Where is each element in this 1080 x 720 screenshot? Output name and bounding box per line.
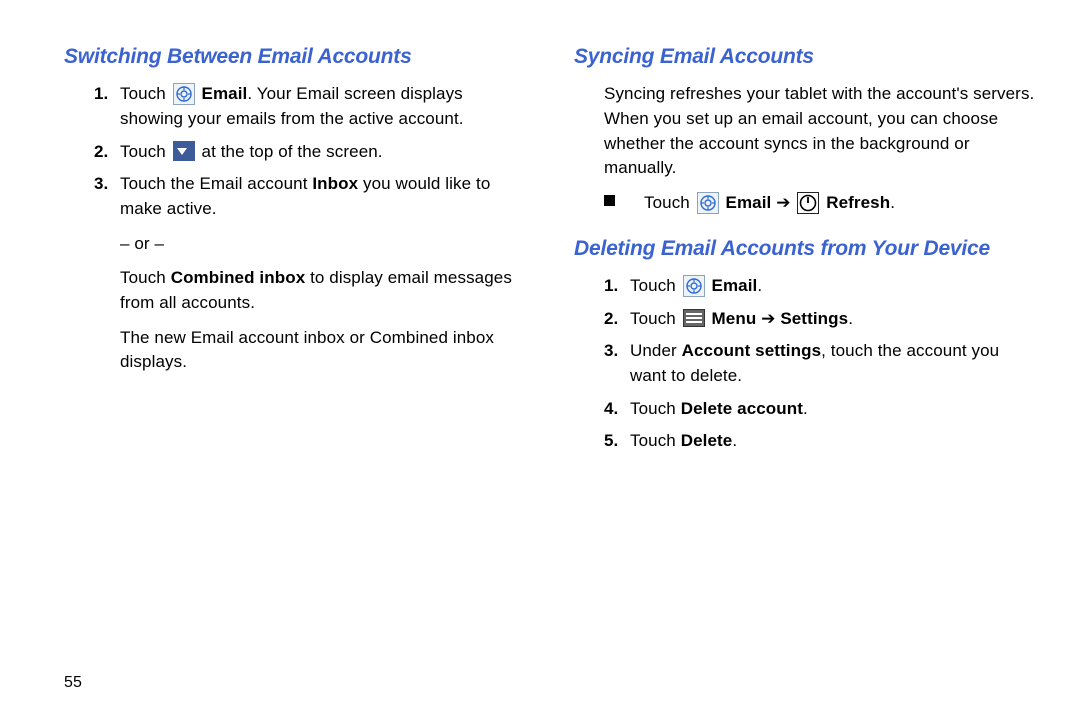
text: . (890, 193, 895, 212)
step-number: 2. (94, 140, 108, 165)
sync-bullet: Touch Email ➔ Refresh. (604, 191, 1036, 216)
del-step-4: 4. Touch Delete account. (604, 397, 1036, 422)
page-number: 55 (64, 671, 82, 694)
bold-text: Delete account (681, 399, 803, 418)
bold-text: Email (202, 84, 248, 103)
email-icon (173, 83, 195, 105)
intro-paragraph: Syncing refreshes your tablet with the a… (574, 82, 1036, 181)
del-step-3: 3. Under Account settings, touch the acc… (604, 339, 1036, 388)
bold-text: Email (726, 193, 772, 212)
bold-text: Combined inbox (171, 268, 306, 287)
bold-text: Account settings (682, 341, 822, 360)
refresh-icon (797, 192, 819, 214)
bold-text: Delete (681, 431, 733, 450)
email-icon (683, 275, 705, 297)
continuation-text: The new Email account inbox or Combined … (120, 326, 526, 375)
text: . Your Email screen displays showing you… (120, 84, 464, 128)
step-number: 2. (604, 307, 618, 332)
left-step-1: 1. Touch Email. Your Email screen displa… (94, 82, 526, 131)
arrow-text: ➔ (771, 193, 795, 212)
text: . (732, 431, 737, 450)
menu-icon (683, 309, 705, 327)
arrow-text: ➔ (756, 309, 780, 328)
text: Touch (630, 276, 681, 295)
text: Touch (630, 431, 681, 450)
text: Touch the Email account (120, 174, 312, 193)
del-step-2: 2. Touch Menu ➔ Settings. (604, 307, 1036, 332)
step-number: 1. (94, 82, 108, 107)
bold-text: Inbox (312, 174, 358, 193)
step-number: 3. (604, 339, 618, 364)
left-step-3: 3. Touch the Email account Inbox you wou… (94, 172, 526, 374)
text: . (848, 309, 853, 328)
text: Touch (630, 399, 681, 418)
del-step-5: 5. Touch Delete. (604, 429, 1036, 454)
text: Touch (644, 193, 695, 212)
bold-text: Refresh (826, 193, 890, 212)
step-number: 5. (604, 429, 618, 454)
text: Touch (630, 309, 681, 328)
text: . (803, 399, 808, 418)
or-separator: – or – (120, 232, 526, 257)
text: Under (630, 341, 682, 360)
step-number: 4. (604, 397, 618, 422)
dropdown-icon (173, 141, 195, 161)
bold-text: Settings (780, 309, 848, 328)
bold-text: Email (712, 276, 758, 295)
text: at the top of the screen. (202, 142, 383, 161)
text: . (757, 276, 762, 295)
heading-deleting: Deleting Email Accounts from Your Device (574, 234, 1036, 264)
bold-text: Menu (712, 309, 757, 328)
step-number: 1. (604, 274, 618, 299)
text: Touch (120, 268, 171, 287)
text: Touch (120, 84, 171, 103)
heading-switching: Switching Between Email Accounts (64, 42, 526, 72)
email-icon (697, 192, 719, 214)
continuation-text: Touch Combined inbox to display email me… (120, 266, 526, 315)
heading-syncing: Syncing Email Accounts (574, 42, 1036, 72)
text: Touch (120, 142, 171, 161)
step-number: 3. (94, 172, 108, 197)
del-step-1: 1. Touch Email. (604, 274, 1036, 299)
left-step-2: 2. Touch at the top of the screen. (94, 140, 526, 165)
